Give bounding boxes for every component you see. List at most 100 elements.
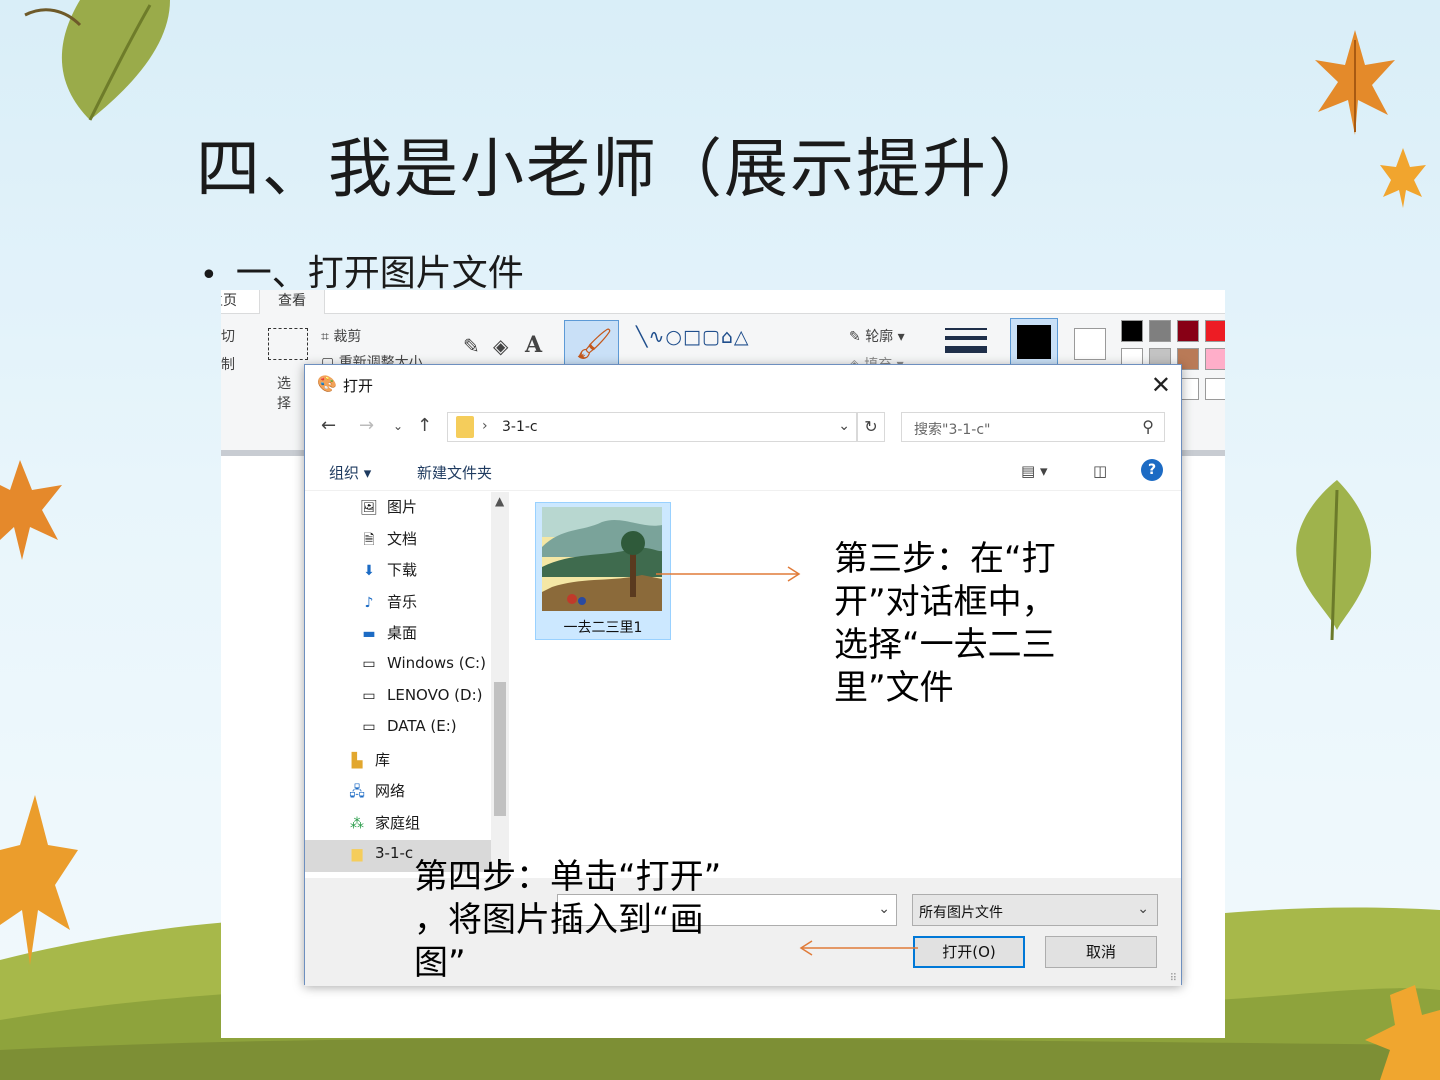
- leaf-decoration-icon: [1365, 985, 1440, 1080]
- forward-arrow-icon[interactable]: →: [359, 415, 374, 436]
- cancel-button[interactable]: 取消: [1045, 936, 1157, 968]
- up-arrow-icon[interactable]: ↑: [417, 415, 432, 436]
- nav-item-pictures[interactable]: 🖼 图片: [357, 496, 417, 520]
- nav-item-downloads[interactable]: ⬇ 下载: [357, 559, 417, 583]
- close-icon[interactable]: ✕: [1151, 371, 1171, 399]
- crop-button[interactable]: ⌗ 裁剪: [321, 326, 361, 346]
- drive-e-icon: ▭: [362, 719, 376, 735]
- address-bar[interactable]: › 3-1-c ⌄: [447, 412, 857, 442]
- nav-item-homegroup[interactable]: ⁂ 家庭组: [345, 812, 420, 836]
- help-icon[interactable]: ?: [1141, 459, 1163, 481]
- annotation-line: 第三步：在“打: [834, 539, 1056, 579]
- homegroup-icon: ⁂: [350, 816, 364, 832]
- color2-button[interactable]: [1074, 328, 1106, 360]
- address-text: 3-1-c: [502, 419, 538, 435]
- library-icon: ▙: [351, 753, 363, 769]
- nav-item-label: 网络: [375, 782, 406, 800]
- select-icon: [268, 328, 308, 360]
- nav-item-label: 图片: [387, 498, 418, 516]
- size-button[interactable]: [945, 326, 987, 358]
- scrollbar-thumb[interactable]: [494, 682, 506, 816]
- color1-button[interactable]: [1010, 318, 1058, 368]
- chevron-down-icon[interactable]: ⌄: [878, 901, 890, 917]
- navigation-pane: 🖼 图片 🗎 文档 ⬇ 下载 ♪ 音乐 ▬ 桌面 ▭ Windows (C:) ▭ LENOV…: [305, 492, 509, 878]
- preview-pane-icon[interactable]: ◫: [1093, 462, 1107, 480]
- folder-icon: ▆: [351, 846, 363, 862]
- text-tool-icon[interactable]: A: [525, 332, 542, 358]
- annotation-line: 图”: [414, 943, 466, 983]
- nav-item-documents[interactable]: 🗎 文档: [357, 528, 417, 552]
- palette-swatch[interactable]: [1205, 378, 1225, 400]
- cut-button[interactable]: 剪切: [221, 326, 235, 346]
- nav-item-label: LENOVO (D:): [387, 686, 483, 704]
- back-arrow-icon[interactable]: ←: [321, 415, 336, 436]
- copy-button[interactable]: 复制: [221, 354, 235, 374]
- crop-label: 裁剪: [333, 329, 362, 345]
- navigation-bar: ← → ⌄ ↑ › 3-1-c ⌄ ↻ 搜索"3-1-c" ⚲: [305, 405, 1181, 449]
- tab-home[interactable]: 主页: [221, 290, 237, 310]
- open-button[interactable]: 打开(O): [913, 936, 1025, 968]
- nav-item-music[interactable]: ♪ 音乐: [357, 591, 417, 615]
- leaf-decoration-icon: [0, 795, 78, 965]
- nav-scrollbar[interactable]: ▲: [491, 492, 509, 878]
- view-options-icon[interactable]: ▤ ▾: [1021, 462, 1047, 480]
- file-item-selected[interactable]: 一去二三里1: [535, 502, 671, 640]
- drive-c-icon: ▭: [362, 656, 376, 672]
- chevron-down-icon[interactable]: ⌄: [838, 418, 850, 434]
- palette-swatch[interactable]: [1205, 320, 1225, 342]
- palette-swatch[interactable]: [1177, 320, 1199, 342]
- select-button[interactable]: 选择: [277, 374, 297, 414]
- nav-item-library[interactable]: ▙ 库: [345, 749, 390, 773]
- nav-item-desktop[interactable]: ▬ 桌面: [357, 622, 417, 646]
- scroll-up-icon[interactable]: ▲: [495, 494, 504, 508]
- nav-item-network[interactable]: 🖧 网络: [345, 780, 405, 804]
- annotation-line: 第四步：单击“打开”: [414, 857, 722, 897]
- file-name: 一去二三里1: [563, 620, 643, 636]
- palette-swatch[interactable]: [1149, 320, 1171, 342]
- tab-view[interactable]: 查看: [259, 290, 325, 315]
- recent-locations-icon[interactable]: ⌄: [393, 419, 403, 433]
- search-input[interactable]: 搜索"3-1-c" ⚲: [901, 412, 1165, 442]
- leaf-decoration-icon: [1380, 148, 1426, 208]
- leaf-decoration-icon: [24, 0, 170, 121]
- folder-icon: [456, 416, 474, 438]
- nav-item-label: 库: [375, 751, 391, 769]
- fill-bucket-icon[interactable]: ◈: [493, 334, 508, 358]
- refresh-icon: ↻: [864, 417, 878, 436]
- new-folder-button[interactable]: 新建文件夹: [417, 462, 492, 483]
- leaf-decoration-icon: [1296, 480, 1372, 641]
- palette-swatch[interactable]: [1121, 320, 1143, 342]
- nav-item-drive-d[interactable]: ▭ LENOVO (D:): [357, 686, 482, 710]
- nav-item-label: 3-1-c: [375, 844, 414, 862]
- annotation-line: 选择“一去二三: [834, 625, 1056, 665]
- leaf-decoration-icon: [1315, 30, 1395, 135]
- chevron-right-icon: ›: [482, 418, 488, 434]
- search-placeholder: 搜索"3-1-c": [914, 422, 991, 438]
- pencil-icon[interactable]: ✎: [463, 334, 480, 358]
- nav-item-drive-e[interactable]: ▭ DATA (E:): [357, 717, 456, 741]
- annotation-line: 开”对话框中，: [834, 582, 1056, 622]
- nav-item-label: 家庭组: [375, 814, 421, 832]
- resize-grip-icon[interactable]: ⠿: [1170, 973, 1177, 984]
- desktop-icon: ▬: [362, 626, 376, 642]
- network-icon: 🖧: [349, 784, 365, 800]
- filetype-select[interactable]: 所有图片文件 ⌄: [912, 894, 1158, 926]
- refresh-button[interactable]: ↻: [857, 412, 885, 442]
- organize-button[interactable]: 组织 ▾: [329, 462, 371, 483]
- drive-d-icon: ▭: [362, 688, 376, 704]
- nav-item-drive-c[interactable]: ▭ Windows (C:): [357, 654, 486, 678]
- arrow-to-file-icon: [656, 566, 801, 582]
- bullet-text: 一、打开图片文件: [235, 253, 524, 294]
- brush-icon: 🖌: [575, 327, 614, 362]
- palette-swatch[interactable]: [1205, 348, 1225, 370]
- music-icon: ♪: [364, 595, 374, 611]
- outline-button[interactable]: ✎ 轮廓 ▾: [849, 326, 905, 346]
- chevron-down-icon: ⌄: [1137, 901, 1149, 917]
- step4-annotation: 第四步：单击“打开” ，将图片插入到“画 图”: [414, 856, 721, 985]
- step3-annotation: 第三步：在“打 开”对话框中， 选择“一去二三 里”文件: [834, 538, 1056, 710]
- annotation-line: 里”文件: [834, 668, 954, 708]
- shapes-gallery[interactable]: ╲∿○□▢⌂△: [636, 326, 750, 348]
- nav-item-label: 音乐: [387, 593, 418, 611]
- bullet-dot: •: [200, 258, 218, 293]
- downloads-icon: ⬇: [363, 563, 375, 579]
